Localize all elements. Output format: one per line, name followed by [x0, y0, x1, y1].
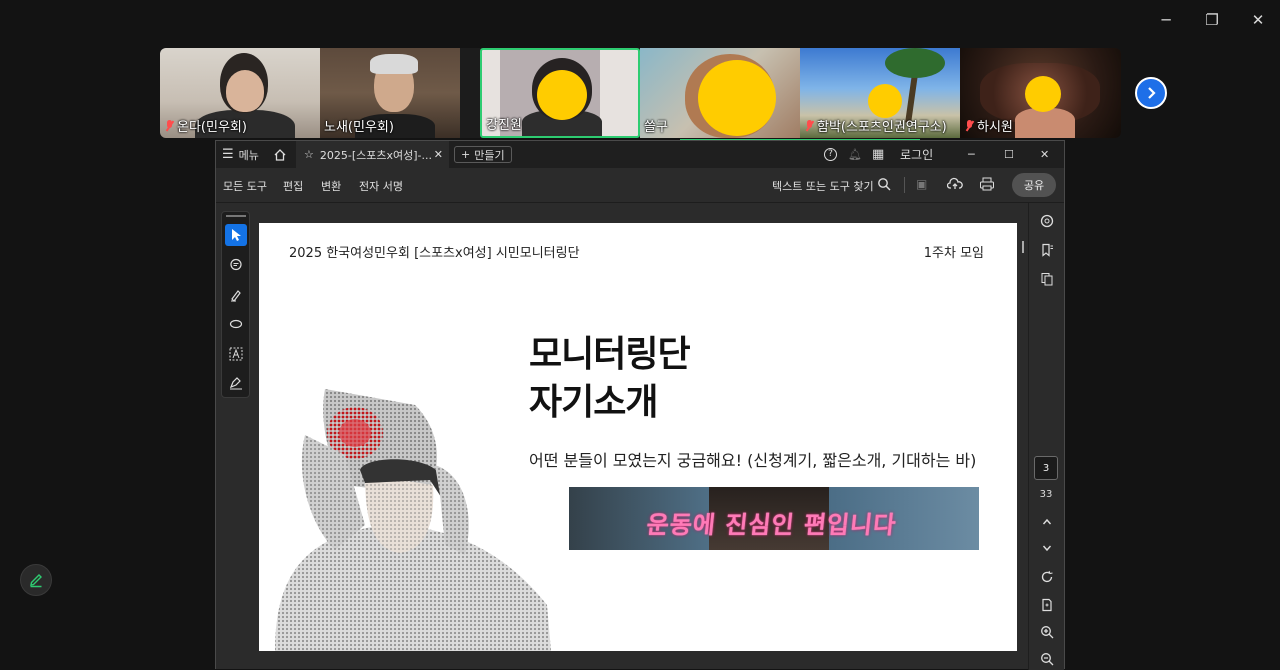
convert-menu[interactable]: 변환 [321, 178, 341, 194]
acrobat-close-button[interactable]: ✕ [1040, 141, 1049, 168]
sign-tool-icon[interactable] [225, 372, 247, 394]
participant-tile[interactable]: 쓸구 [640, 48, 800, 138]
find-tools-field[interactable]: 텍스트 또는 도구 찾기 [772, 178, 874, 194]
slide-subtitle: 어떤 분들이 모였는지 궁금해요! (신청계기, 짧은소개, 기대하는 바) [529, 451, 977, 470]
next-participants-button[interactable] [1135, 77, 1167, 109]
pages-icon[interactable] [1036, 268, 1058, 290]
search-icon[interactable] [877, 176, 891, 195]
tab-close-icon[interactable]: ✕ [434, 148, 443, 161]
slide-header-left: 2025 한국여성민우회 [스포츠x여성] 시민모니터링단 [289, 246, 580, 261]
menu-button[interactable]: ☰ 메뉴 [222, 141, 259, 168]
acrobat-maximize-button[interactable]: ☐ [1004, 141, 1014, 168]
participant-name: 하시원 [964, 116, 1013, 135]
share-button[interactable]: 공유 [1012, 173, 1056, 197]
home-button[interactable] [273, 141, 287, 168]
zoom-out-icon[interactable] [1036, 648, 1058, 670]
help-button[interactable]: ? [824, 141, 837, 168]
participant-name: 강진원 [486, 118, 522, 133]
bell-icon: 🔔︎ [848, 148, 862, 161]
grid-icon: ▦ [872, 147, 885, 162]
all-tools-menu[interactable]: 모든 도구 [223, 178, 267, 194]
slide-banner-image: 운동에 진심인 편입니다 [569, 487, 979, 550]
home-icon [274, 148, 286, 161]
save-icon[interactable]: ▣ [916, 177, 927, 191]
mic-muted-icon [964, 119, 975, 132]
ai-assistant-icon[interactable] [1036, 210, 1058, 232]
chevron-right-icon [1148, 87, 1156, 99]
right-tools-rail: 3 33 [1028, 203, 1064, 670]
window-minimize-button[interactable]: ─ [1154, 8, 1178, 32]
window-restore-button[interactable]: ❐ [1200, 8, 1224, 32]
acrobat-toolbar: 모든 도구 편집 변환 전자 서명 텍스트 또는 도구 찾기 ▣ 공유 [216, 168, 1064, 203]
login-button[interactable]: 로그인 [900, 141, 933, 168]
help-icon: ? [824, 148, 837, 161]
highlight-tool-icon[interactable] [225, 284, 247, 306]
participant-name: 쓸구 [644, 120, 668, 135]
participant-strip: 온다(민우회) 노새(민우회) 강진원 쓸구 함박(스포츠인권연구소) 하시원 [160, 48, 1121, 138]
comment-tool-icon[interactable] [225, 254, 247, 276]
participant-tile[interactable]: 함박(스포츠인권연구소) [800, 48, 960, 138]
notifications-button[interactable]: 🔔︎ [848, 141, 862, 168]
previous-page-icon[interactable] [1036, 511, 1058, 533]
e-sign-menu[interactable]: 전자 서명 [359, 178, 403, 194]
mic-muted-icon [164, 119, 175, 132]
banner-caption: 운동에 진심인 편입니다 [645, 511, 898, 539]
toolbar-divider [904, 177, 905, 193]
document-tab[interactable]: ☆ 2025-[스포츠x여성]-... ✕ [296, 141, 449, 168]
current-page-field[interactable]: 3 [1034, 456, 1058, 480]
star-icon[interactable]: ☆ [304, 148, 314, 161]
acrobat-minimize-button[interactable]: ─ [968, 141, 975, 168]
panel-grip[interactable] [226, 215, 246, 217]
bookmark-icon[interactable] [1036, 239, 1058, 261]
pen-icon [30, 574, 42, 588]
edit-menu[interactable]: 편집 [283, 178, 303, 194]
participant-name: 온다(민우회) [164, 116, 247, 135]
halftone-portrait-image [275, 389, 551, 651]
select-tool-icon[interactable] [225, 224, 247, 246]
participant-tile[interactable]: 강진원 [480, 48, 640, 138]
participant-tile[interactable]: 노새(민우회) [320, 48, 460, 138]
mic-muted-icon [804, 119, 815, 132]
text-box-tool-icon[interactable] [225, 343, 247, 365]
zoom-in-icon[interactable] [1036, 621, 1058, 643]
upload-cloud-icon[interactable] [946, 176, 963, 195]
create-button[interactable]: + 만들기 [454, 146, 512, 163]
print-icon[interactable] [979, 176, 995, 195]
next-page-icon[interactable] [1036, 537, 1058, 559]
rotate-icon[interactable] [1036, 566, 1058, 588]
total-pages: 33 [1039, 489, 1053, 500]
participant-name: 노새(민우회) [324, 120, 394, 135]
pdf-page[interactable]: 2025 한국여성민우회 [스포츠x여성] 시민모니터링단 1주차 모임 모니터… [259, 223, 1017, 651]
apps-button[interactable]: ▦ [872, 141, 884, 168]
plus-icon: + [461, 148, 471, 161]
window-close-button[interactable]: ✕ [1246, 8, 1270, 32]
slide-header-right: 1주차 모임 [923, 246, 984, 261]
quick-tools-panel [221, 211, 250, 398]
participant-name: 함박(스포츠인권연구소) [804, 116, 947, 135]
acrobat-tabbar: ☰ 메뉴 ☆ 2025-[스포츠x여성]-... ✕ + 만들기 ? 🔔︎ ▦ 로그인 … [216, 141, 1064, 168]
extract-page-icon[interactable] [1036, 594, 1058, 616]
scroll-indicator[interactable] [1022, 241, 1024, 253]
participant-tile[interactable]: 하시원 [960, 48, 1121, 138]
acrobat-window: ☰ 메뉴 ☆ 2025-[스포츠x여성]-... ✕ + 만들기 ? 🔔︎ ▦ 로그인 … [215, 140, 1065, 670]
participant-tile[interactable]: 온다(민우회) [160, 48, 320, 138]
draw-tool-icon[interactable] [225, 313, 247, 335]
hamburger-icon: ☰ [222, 147, 234, 162]
annotate-pen-button[interactable] [20, 564, 52, 596]
